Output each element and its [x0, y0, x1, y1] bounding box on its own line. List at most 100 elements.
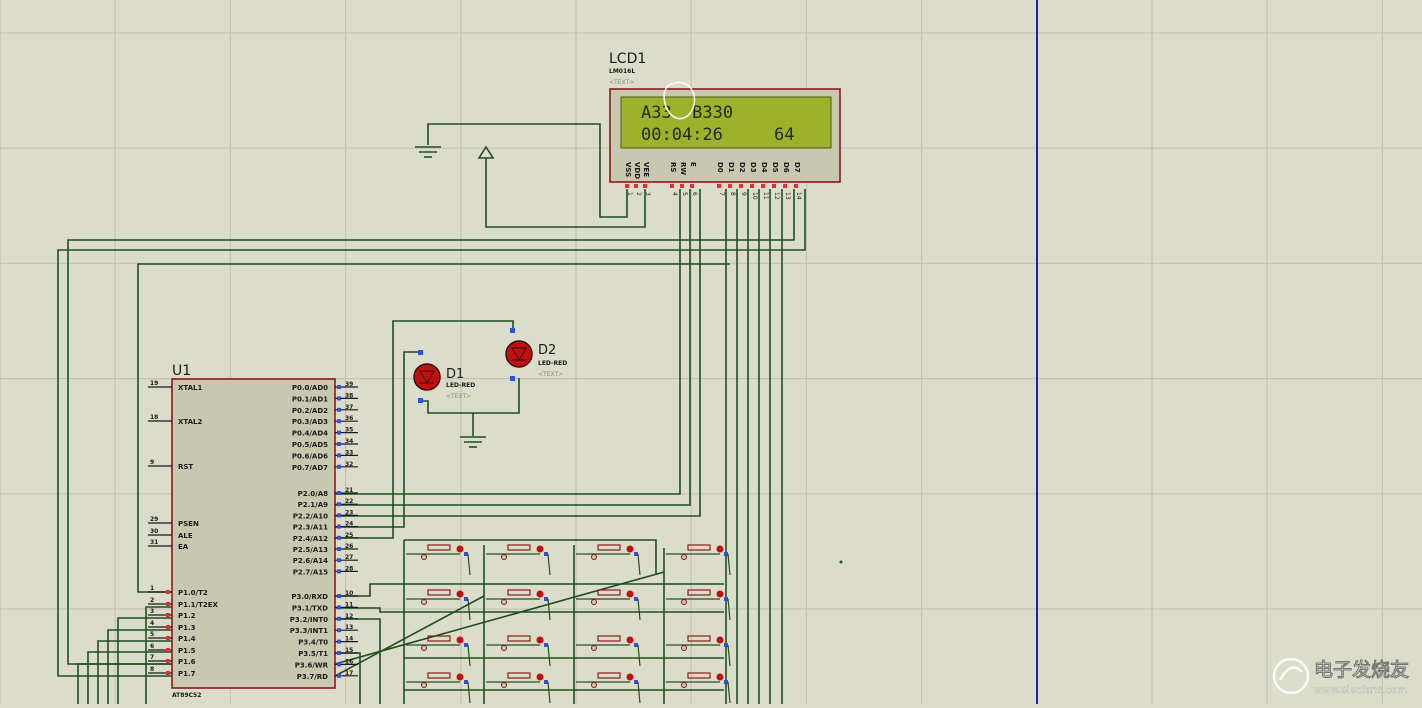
mcu-pin-label: XTAL1	[178, 384, 203, 392]
mcu-at89c52[interactable]: U1 AT89C52 19XTAL118XTAL29RST29PSEN30ALE…	[148, 363, 358, 699]
mcu-pin-label: P1.4	[178, 635, 196, 643]
lcd-pin[interactable]	[761, 184, 765, 188]
mcu-pin-number: 27	[345, 554, 353, 561]
keypad-button-r4-c2[interactable]	[486, 672, 551, 704]
ground-symbol-led	[460, 436, 486, 448]
wire-lcd-vss-ground[interactable]	[427, 123, 628, 218]
lcd-pin-label: RW	[679, 162, 687, 175]
lcd-pin-label: D0	[716, 162, 724, 173]
mcu-pin-label: P3.6/WR	[295, 661, 329, 669]
lcd-pin[interactable]	[717, 184, 721, 188]
led-d2-pin-k[interactable]	[510, 376, 515, 381]
mcu-pin-marker	[337, 407, 341, 412]
mcu-pin-number: 24	[345, 521, 353, 528]
keypad-button-r2-c2[interactable]	[486, 589, 551, 621]
lcd-pin[interactable]	[750, 184, 754, 188]
watermark-logo-icon	[1272, 657, 1310, 695]
mcu-pin-marker	[166, 671, 170, 675]
mcu-pin-marker	[337, 464, 341, 469]
watermark-name: 电子发烧友	[1314, 658, 1409, 681]
mcu-pin-number: 18	[150, 414, 158, 421]
mcu-pin-label: PSEN	[178, 520, 199, 528]
keypad-button-r1-c3[interactable]	[576, 544, 641, 576]
mcu-pin-label: P2.0/A8	[298, 490, 329, 498]
keypad-button-r3-c3[interactable]	[576, 635, 641, 667]
mcu-pin-number: 34	[345, 438, 353, 445]
keypad-button-r3-c4[interactable]	[666, 635, 731, 667]
mcu-pin-number: 9	[150, 459, 154, 466]
lcd-text-placeholder: <TEXT>	[609, 79, 634, 86]
lcd-pin-number: 7	[718, 192, 725, 196]
lcd-pin-label: D3	[749, 162, 757, 173]
mcu-pin-number: 15	[345, 647, 353, 654]
led-d2-body	[505, 340, 533, 368]
led-d1-pin-a[interactable]	[418, 350, 423, 355]
proteus-schematic-canvas[interactable]: LCD1 LM016L <TEXT> A33 B330 00:04:26 64 …	[0, 0, 1422, 704]
led-d1-text-placeholder: <TEXT>	[446, 393, 471, 400]
mcu-pin-label: P3.5/T1	[298, 650, 328, 658]
mcu-pin-number: 1	[150, 585, 154, 592]
led-d1-ref: D1	[446, 367, 464, 382]
lcd-pin-number: 14	[795, 192, 802, 200]
mcu-pin-label: P1.5	[178, 647, 196, 655]
mcu-pin-marker	[166, 590, 170, 594]
mcu-pin-label: P2.2/A10	[293, 512, 328, 520]
schematic-svg[interactable]: LCD1 LM016L <TEXT> A33 B330 00:04:26 64 …	[0, 0, 1422, 704]
keypad-button-r4-c3[interactable]	[576, 672, 641, 704]
mcu-pin-number: 32	[345, 461, 353, 468]
lcd-pin[interactable]	[634, 184, 638, 188]
mcu-pin-marker	[166, 636, 170, 640]
led-d1[interactable]: D1 LED-RED <TEXT>	[413, 350, 475, 403]
mcu-pin-marker	[337, 639, 341, 644]
led-d2-text-placeholder: <TEXT>	[538, 371, 563, 378]
led-d1-pin-k[interactable]	[418, 398, 423, 403]
mcu-pin-marker	[337, 513, 341, 518]
mcu-pin-label: P3.1/TXD	[292, 604, 328, 612]
wire-p1-6[interactable]	[77, 663, 172, 704]
lcd-pin[interactable]	[670, 184, 674, 188]
mcu-pin-number: 28	[345, 565, 353, 572]
lcd-pin[interactable]	[625, 184, 629, 188]
mcu-pin-number: 17	[345, 670, 353, 677]
wires	[57, 123, 806, 704]
mcu-pin-number: 6	[150, 643, 154, 650]
led-d1-body	[413, 363, 441, 391]
mcu-pin-label: P1.6	[178, 658, 196, 666]
lcd-module[interactable]: LCD1 LM016L <TEXT> A33 B330 00:04:26 64 …	[609, 51, 841, 200]
lcd-pin-label: D2	[738, 162, 746, 173]
wire-p1-5[interactable]	[87, 651, 172, 704]
mcu-pin-label: P2.4/A12	[293, 535, 328, 543]
watermark: 电子发烧友 www.elecfans.com	[1272, 657, 1409, 696]
mcu-pin-marker	[337, 673, 341, 678]
wire-lcd-d7[interactable]	[57, 189, 806, 677]
keypad-4x4	[406, 544, 731, 704]
mcu-pin-number: 21	[345, 487, 353, 494]
mcu-pin-marker	[166, 659, 170, 663]
keypad-button-r2-c4[interactable]	[666, 589, 731, 621]
lcd-pin[interactable]	[772, 184, 776, 188]
lcd-pin[interactable]	[680, 184, 684, 188]
lcd-pin[interactable]	[690, 184, 694, 188]
lcd-pin[interactable]	[794, 184, 798, 188]
mcu-ref: U1	[172, 363, 191, 379]
lcd-pin[interactable]	[643, 184, 647, 188]
keypad-button-r1-c2[interactable]	[486, 544, 551, 576]
keypad-button-r3-c2[interactable]	[486, 635, 551, 667]
lcd-pin[interactable]	[739, 184, 743, 188]
keypad-button-r4-c4[interactable]	[666, 672, 731, 704]
wire-lcd-rs[interactable]	[335, 189, 681, 495]
keypad-button-r1-c4[interactable]	[666, 544, 731, 576]
mcu-pin-number: 25	[345, 532, 353, 539]
mcu-pin-number: 11	[345, 601, 353, 608]
lcd-pin[interactable]	[783, 184, 787, 188]
led-d1-model: LED-RED	[446, 382, 475, 389]
lcd-pin-number: 13	[784, 192, 791, 200]
led-d2-pin-a[interactable]	[510, 328, 515, 333]
mcu-pin-number: 37	[345, 404, 353, 411]
led-d2[interactable]: D2 LED-RED <TEXT>	[505, 328, 567, 381]
lcd-pin-number: 6	[691, 192, 698, 196]
mcu-pin-marker	[337, 547, 341, 551]
mcu-pin-label: RST	[178, 463, 193, 471]
mcu-pin-number: 22	[345, 498, 353, 505]
lcd-pin[interactable]	[728, 184, 732, 188]
